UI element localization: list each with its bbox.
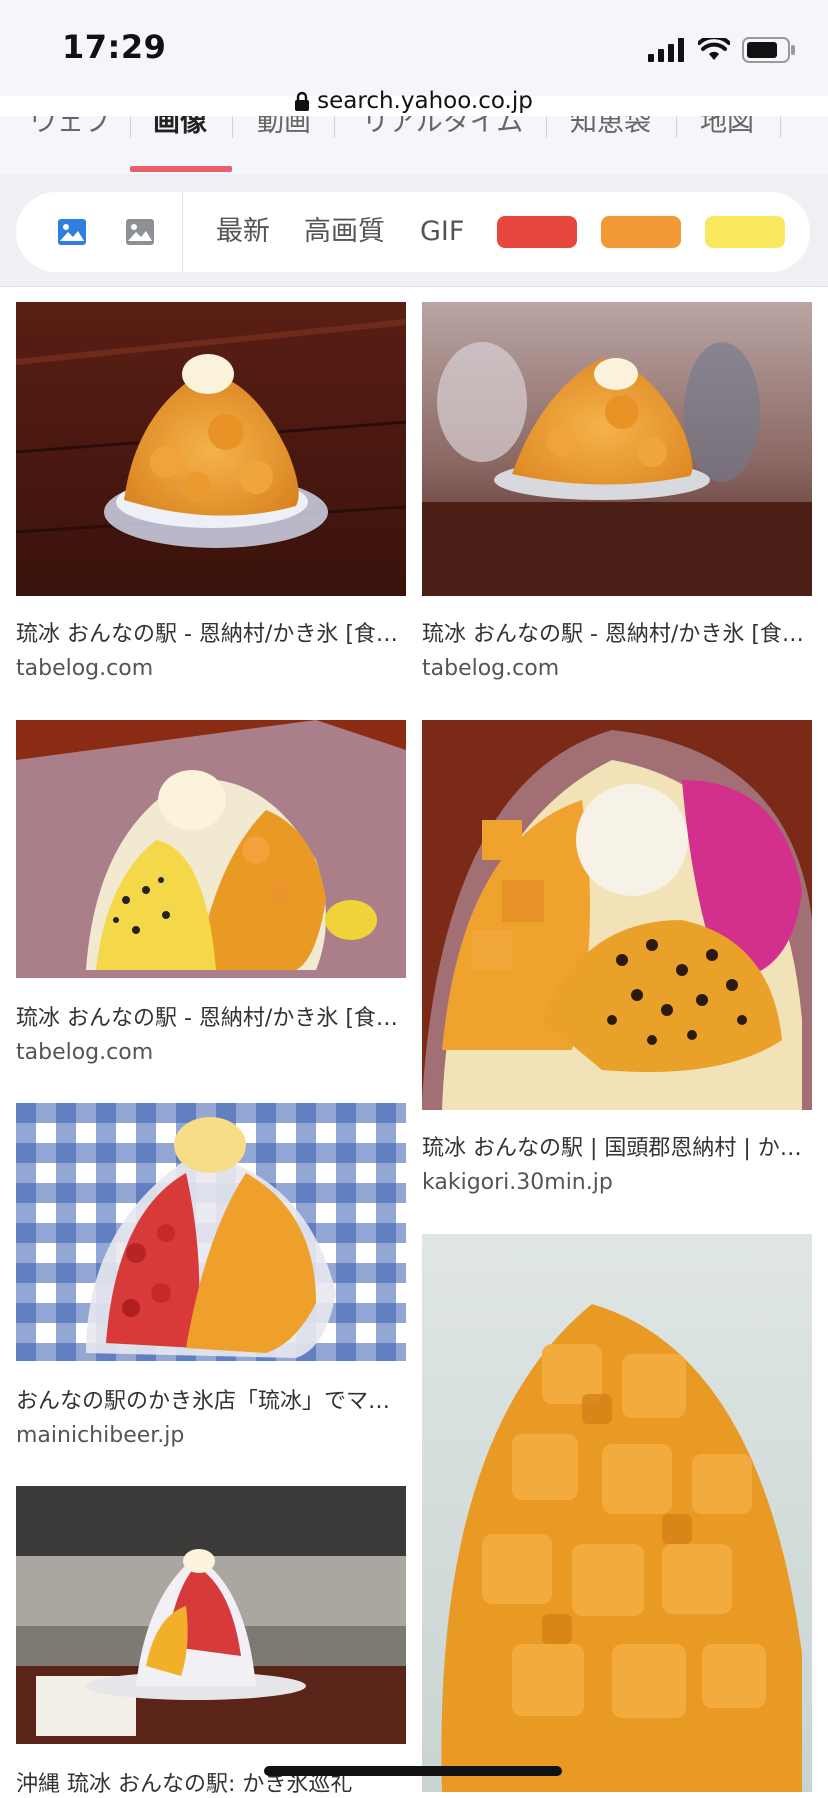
result-domain: tabelog.com	[422, 656, 560, 681]
result-thumbnail[interactable]	[16, 302, 406, 596]
result-domain: mainichibeer.jp	[16, 1423, 185, 1448]
result-domain: tabelog.com	[16, 1040, 154, 1065]
image-type-illustration-icon	[126, 219, 154, 245]
filter-gif[interactable]: GIF	[420, 192, 464, 272]
image-result-card[interactable]: 琉冰 おんなの駅 | 国頭郡恩納村 | かき氷 kakigori.30min.j…	[422, 720, 812, 1200]
tab-chiebukuro[interactable]: 知恵袋	[570, 116, 651, 139]
address-bar[interactable]: search.yahoo.co.jp	[0, 88, 828, 114]
result-thumbnail[interactable]	[422, 302, 812, 596]
status-icons	[648, 36, 796, 64]
tab-web[interactable]: ウェブ	[30, 116, 111, 139]
shaved-ice-photo	[16, 1486, 406, 1744]
cellular-signal-icon	[648, 38, 684, 62]
result-domain: tabelog.com	[16, 656, 154, 681]
battery-icon	[742, 37, 795, 63]
filter-illustration-button[interactable]	[110, 192, 170, 272]
active-tab-indicator	[130, 166, 232, 172]
result-title[interactable]: 琉冰 おんなの駅 - 恩納村/かき氷 [食べログ]	[16, 616, 406, 648]
color-chip-red[interactable]	[497, 216, 577, 248]
result-title[interactable]: 琉冰 おんなの駅 - 恩納村/かき氷 [食べログ]	[422, 616, 812, 648]
result-title[interactable]: 琉冰 おんなの駅 | 国頭郡恩納村 | かき氷	[422, 1130, 812, 1162]
tab-divider	[130, 116, 131, 138]
color-chip-yellow[interactable]	[705, 216, 785, 248]
shaved-ice-photo	[422, 1234, 812, 1792]
status-bar: 17:29 search.yahoo.co.jp	[0, 0, 828, 114]
tab-divider	[546, 116, 547, 138]
wifi-icon	[698, 38, 730, 60]
url-text: search.yahoo.co.jp	[317, 88, 533, 114]
shaved-ice-photo	[16, 720, 406, 978]
lock-icon	[295, 91, 310, 111]
tab-video[interactable]: 動画	[257, 116, 311, 139]
filter-high-quality[interactable]: 高画質	[304, 192, 385, 272]
tab-divider	[676, 116, 677, 138]
shaved-ice-photo	[16, 1103, 406, 1361]
filter-bar: 最新 高画質 GIF	[16, 192, 810, 272]
shaved-ice-photo	[422, 302, 812, 596]
tab-realtime[interactable]: リアルタイム	[362, 116, 523, 139]
tab-map[interactable]: 地図	[700, 116, 754, 139]
filter-photo-button[interactable]	[42, 192, 102, 272]
image-type-photo-icon	[58, 219, 86, 245]
tab-images[interactable]: 画像	[153, 116, 207, 139]
result-thumbnail[interactable]	[16, 1103, 406, 1361]
image-result-card[interactable]: 琉冰 おんなの駅 - 恩納村/かき氷 [食べログ] tabelog.com	[422, 302, 812, 692]
result-thumbnail[interactable]	[422, 1234, 812, 1792]
home-indicator	[264, 1766, 562, 1776]
image-result-card[interactable]: おんなの駅のかき氷店「琉冰」でマンゴーかき氷 mainichibeer.jp	[16, 1103, 406, 1453]
tab-divider	[780, 116, 781, 138]
filter-area: 最新 高画質 GIF	[0, 174, 828, 287]
result-title[interactable]: おんなの駅のかき氷店「琉冰」でマンゴーかき氷	[16, 1383, 406, 1415]
color-chip-orange[interactable]	[601, 216, 681, 248]
tab-divider	[334, 116, 335, 138]
filter-latest[interactable]: 最新	[216, 192, 270, 272]
result-thumbnail[interactable]	[422, 720, 812, 1110]
image-result-card[interactable]: 琉冰 おんなの駅 - 恩納村/かき氷 [食べログ] tabelog.com	[16, 720, 406, 1070]
result-thumbnail[interactable]	[16, 720, 406, 978]
result-domain: kakigori.30min.jp	[422, 1170, 613, 1195]
result-thumbnail[interactable]	[16, 1486, 406, 1744]
filter-divider	[182, 192, 183, 272]
shaved-ice-photo	[422, 720, 812, 1110]
image-result-card[interactable]	[422, 1234, 812, 1792]
search-type-tabs: ウェブ 画像 動画 リアルタイム 知恵袋 地図	[0, 116, 828, 175]
image-result-card[interactable]: 沖縄 琉冰 おんなの駅: かき氷巡礼	[16, 1486, 406, 1797]
result-title[interactable]: 琉冰 おんなの駅 - 恩納村/かき氷 [食べログ]	[16, 1000, 406, 1032]
shaved-ice-photo	[16, 302, 406, 596]
status-time: 17:29	[62, 28, 167, 66]
image-result-card[interactable]: 琉冰 おんなの駅 - 恩納村/かき氷 [食べログ] tabelog.com	[16, 302, 406, 692]
tab-divider	[232, 116, 233, 138]
